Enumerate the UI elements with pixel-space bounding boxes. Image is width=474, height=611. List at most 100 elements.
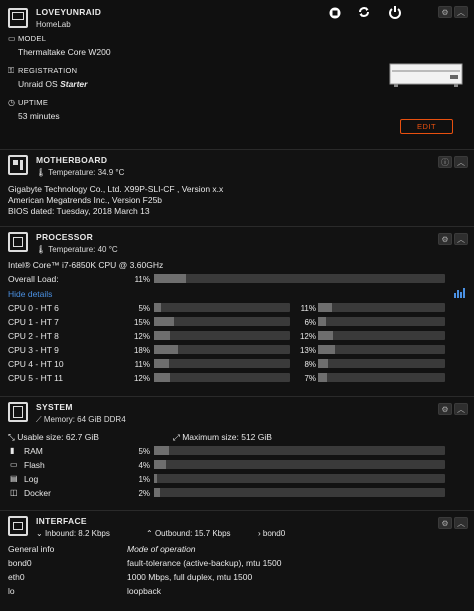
- gear-icon[interactable]: ⚙: [438, 6, 452, 18]
- key-icon: ⚿: [8, 66, 15, 75]
- chevron-up-small-icon: ⌃: [146, 529, 153, 538]
- motherboard-temp-text: Temperature: 34.9 °C: [48, 168, 125, 177]
- interface-info: fault-tolerance (active-backup), mtu 150…: [127, 558, 282, 568]
- memory-chip-icon: ▮: [10, 446, 15, 455]
- chevron-up-icon[interactable]: ︿: [454, 156, 468, 168]
- cpu-ht-bar: [318, 317, 445, 326]
- inbound-text: Inbound: 8.2 Kbps: [44, 529, 110, 538]
- motherboard-panel: MOTHERBOARD 🌡 Temperature: 34.9 °C ⓘ ︿ G…: [0, 150, 474, 227]
- cpu-core-label: CPU 0 - HT 6: [8, 303, 59, 313]
- outbound-text: Outbound: 15.7 Kbps: [154, 529, 231, 538]
- cpu-ht-bar: [318, 303, 445, 312]
- hide-details-link[interactable]: Hide details: [8, 289, 52, 299]
- uptime-label: UPTIME: [18, 98, 49, 107]
- cpu-core-fill: [154, 359, 169, 368]
- processor-actions: ⚙ ︿: [438, 233, 468, 245]
- monitor-small-icon: ▭: [8, 34, 16, 43]
- registration-prefix: Unraid OS: [18, 79, 58, 89]
- cpu-core-bar: [154, 317, 290, 326]
- system-item-bar: [154, 446, 445, 455]
- cpu-icon: [8, 232, 28, 252]
- cpu-core-bar: [154, 345, 290, 354]
- system-item-bar: [154, 488, 445, 497]
- uptime-block: ◷ UPTIME 53 minutes: [8, 98, 60, 121]
- cpu-core-pct: 12%: [133, 332, 150, 341]
- cpu-core-bar: [154, 359, 290, 368]
- interface-name: eth0: [8, 572, 25, 582]
- system-item-fill: [154, 446, 169, 455]
- overall-load-label: Overall Load:: [8, 274, 59, 284]
- registration-edition: Starter: [60, 79, 88, 89]
- chevron-up-icon[interactable]: ︿: [454, 517, 468, 529]
- server-description: HomeLab: [36, 20, 71, 29]
- interface-title: INTERFACE: [36, 516, 87, 526]
- motherboard-line1: Gigabyte Technology Co., Ltd. X99P-SLI-C…: [8, 184, 224, 194]
- memory-icon: [8, 402, 28, 422]
- system-item-bar: [154, 460, 445, 469]
- system-item-pct: 5%: [138, 447, 150, 456]
- motherboard-temperature: 🌡 Temperature: 34.9 °C: [36, 168, 124, 177]
- gear-icon[interactable]: ⚙: [438, 517, 452, 529]
- registration-label: REGISTRATION: [18, 66, 78, 75]
- chevron-up-icon[interactable]: ︿: [454, 6, 468, 18]
- usable-size: ⤡ Usable size: 62.7 GiB: [8, 432, 99, 443]
- cpu-core-pct: 11%: [134, 360, 150, 369]
- expand-icon: ⤢: [173, 432, 180, 442]
- thermometer-icon: 🌡: [36, 168, 47, 177]
- restart-icon[interactable]: [357, 5, 371, 24]
- processor-title: PROCESSOR: [36, 232, 94, 242]
- network-port-icon: [8, 516, 28, 536]
- thermometer-icon: 🌡: [36, 245, 47, 254]
- chart-line-icon: ⟋: [36, 415, 42, 424]
- gear-icon[interactable]: ⚙: [438, 233, 452, 245]
- server-name: LOVEYUNRAID: [36, 7, 102, 17]
- chevron-up-icon[interactable]: ︿: [454, 233, 468, 245]
- motherboard-icon: [8, 155, 28, 175]
- motherboard-header: MOTHERBOARD 🌡 Temperature: 34.9 °C: [8, 155, 124, 177]
- cpu-ht-fill: [318, 373, 327, 382]
- cpu-core-pct: 5%: [138, 304, 150, 313]
- mode-header: Mode of operation: [127, 544, 196, 554]
- cpu-core-label: CPU 4 - HT 10: [8, 359, 64, 369]
- cpu-ht-fill: [318, 303, 332, 312]
- model-block: ▭ MODEL Thermaltake Core W200: [8, 34, 111, 57]
- bar-chart-icon[interactable]: [454, 288, 466, 300]
- cpu-core-pct: 18%: [133, 346, 150, 355]
- chevron-up-icon[interactable]: ︿: [454, 403, 468, 415]
- docker-icon: ◫: [10, 488, 18, 497]
- interface-actions: ⚙ ︿: [438, 517, 468, 529]
- cpu-ht-bar: [318, 331, 445, 340]
- motherboard-title: MOTHERBOARD: [36, 155, 108, 165]
- inbound-rate: ⌄ Inbound: 8.2 Kbps: [36, 529, 110, 538]
- cpu-ht-pct: 13%: [299, 346, 316, 355]
- server-panel-actions: ⚙ ︿: [438, 6, 468, 18]
- compress-icon: ⤡: [8, 432, 15, 442]
- log-file-icon: ▤: [10, 474, 18, 483]
- cpu-core-bar: [154, 303, 290, 312]
- gear-icon[interactable]: ⚙: [438, 403, 452, 415]
- cpu-core-fill: [154, 317, 175, 326]
- cpu-ht-pct: 12%: [299, 332, 316, 341]
- clock-icon: ◷: [8, 98, 15, 107]
- system-memory-text: Memory: 64 GiB DDR4: [43, 415, 126, 424]
- info-icon[interactable]: ⓘ: [438, 156, 452, 168]
- processor-panel: PROCESSOR 🌡 Temperature: 40 °C ⚙ ︿ Intel…: [0, 227, 474, 397]
- cpu-core-bar: [154, 373, 290, 382]
- processor-header: PROCESSOR 🌡 Temperature: 40 °C: [8, 232, 118, 254]
- overall-load-bar: [154, 274, 445, 283]
- edit-button[interactable]: EDIT: [400, 119, 453, 134]
- system-actions: ⚙ ︿: [438, 403, 468, 415]
- stop-icon[interactable]: [329, 6, 341, 24]
- cpu-ht-fill: [318, 317, 326, 326]
- interface-select[interactable]: › bond0: [258, 529, 285, 538]
- cpu-core-pct: 12%: [133, 374, 150, 383]
- system-item-label: Flash: [24, 460, 45, 470]
- cpu-ht-pct: 6%: [304, 318, 316, 327]
- general-info-header: General info: [8, 544, 55, 554]
- chevron-right-icon: ›: [258, 529, 261, 538]
- cpu-ht-fill: [318, 359, 329, 368]
- monitor-icon: [8, 8, 28, 28]
- system-item-pct: 2%: [138, 489, 150, 498]
- power-icon[interactable]: [388, 5, 402, 24]
- system-item-fill: [154, 460, 166, 469]
